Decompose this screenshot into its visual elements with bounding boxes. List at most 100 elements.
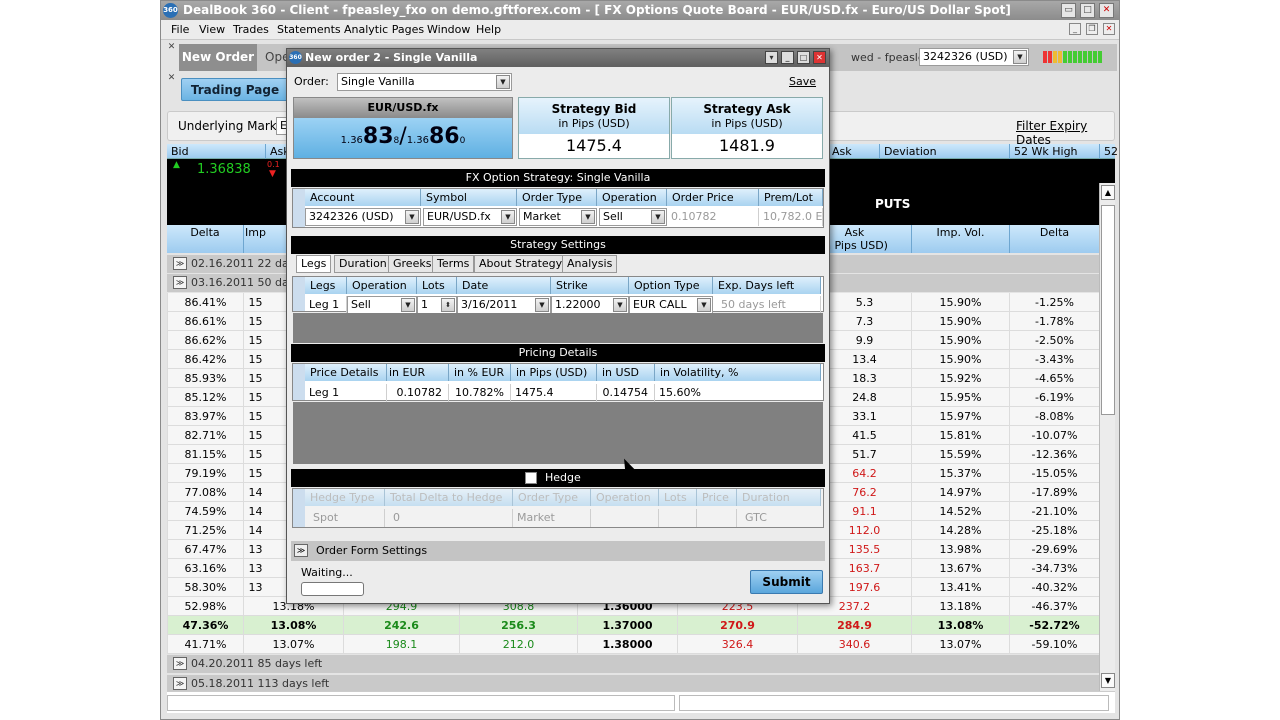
strike-select[interactable]: 1.22000 ▼ (551, 296, 629, 314)
menu-window[interactable]: Window (427, 23, 470, 36)
52wk-high-header[interactable]: 52 Wk High (1009, 144, 1099, 159)
save-link[interactable]: Save (789, 75, 816, 88)
date-picker[interactable]: 3/16/2011 ▼ (457, 296, 551, 314)
52wk-low-header[interactable]: 52 (1099, 144, 1118, 159)
order-type-select[interactable]: Single Vanilla ▼ (337, 73, 512, 91)
order-type-field[interactable]: Market ▼ (519, 208, 597, 226)
order-header[interactable]: Operation (597, 189, 667, 206)
scroll-down-icon[interactable]: ▼ (1101, 673, 1115, 688)
col-call-imp[interactable]: Imp (243, 225, 267, 253)
expand-icon[interactable]: ≫ (173, 657, 187, 670)
mdi-close-icon[interactable]: ✕ (1103, 23, 1115, 35)
close-icon[interactable]: ✕ (1099, 3, 1114, 18)
cell-cask: 212.0 (459, 635, 577, 654)
lots-value: 1 (421, 298, 428, 311)
order-header[interactable]: Order Type (517, 189, 597, 206)
legs-header[interactable]: Strike (551, 277, 629, 294)
close-tab-icon[interactable]: ✕ (166, 42, 177, 53)
submit-button[interactable]: Submit (750, 570, 823, 594)
menu-statements[interactable]: Statements (277, 23, 341, 36)
tab-legs[interactable]: Legs (296, 255, 332, 273)
pricing-header[interactable]: in USD (597, 364, 655, 381)
deviation-header[interactable]: Deviation (879, 144, 1009, 159)
symbol-quote-box[interactable]: EUR/USD.fx 1.36838/1.36860 (293, 97, 513, 159)
order-header[interactable]: Prem/Lot (759, 189, 823, 206)
menu-file[interactable]: File (171, 23, 189, 36)
scroll-thumb[interactable] (1101, 205, 1115, 415)
cell-imp: 13.08% (243, 616, 343, 635)
col-put-delta[interactable]: Delta (1009, 225, 1099, 253)
cell-iv: 15.90% (911, 350, 1009, 369)
pricing-header[interactable]: in % EUR (449, 364, 511, 381)
option-type-select[interactable]: EUR CALL ▼ (629, 296, 713, 314)
exp-days-left: 50 days left (717, 296, 821, 314)
pricing-header[interactable]: in EUR (387, 364, 449, 381)
strategy-ask-value: 1481.9 (719, 136, 775, 155)
legs-header[interactable]: Exp. Days left (713, 277, 821, 294)
col-put-iv[interactable]: Imp. Vol. (911, 225, 1009, 253)
order-form-settings-bar[interactable]: ≫ Order Form Settings (291, 541, 825, 561)
order-header[interactable]: Symbol (421, 189, 517, 206)
dropdown-icon[interactable]: ▾ (765, 51, 778, 64)
vertical-scrollbar[interactable]: ▲ ▼ (1099, 183, 1115, 691)
lots-stepper[interactable]: 1 ⬍ (417, 296, 457, 314)
order-header[interactable]: Order Price (667, 189, 759, 206)
account-select[interactable]: 3242326 (USD) ▼ (919, 48, 1029, 66)
cell-pdelta: -52.72% (1009, 616, 1099, 635)
operation-field[interactable]: Sell ▼ (599, 208, 667, 226)
trading-page-button[interactable]: Trading Page (181, 78, 289, 101)
menu-help[interactable]: Help (476, 23, 501, 36)
bid-big: 83 (362, 124, 394, 149)
legs-header[interactable]: Legs (305, 277, 347, 294)
cell-delta: 77.08% (167, 483, 243, 502)
order-header[interactable]: Account (305, 189, 421, 206)
collapse-icon[interactable]: ≫ (173, 276, 187, 289)
legs-header[interactable]: Lots (417, 277, 457, 294)
bid-header[interactable]: Bid (167, 144, 265, 159)
tab-analysis[interactable]: Analysis (562, 255, 618, 273)
collapse-icon[interactable]: ≫ (173, 677, 187, 690)
option-type-value: EUR CALL (633, 298, 687, 311)
cell-imp: 15 (243, 426, 267, 445)
menu-analytic-pages[interactable]: Analytic Pages (344, 23, 424, 36)
scroll-up-icon[interactable]: ▲ (1101, 185, 1115, 200)
pricing-header[interactable]: Price Details (305, 364, 387, 381)
pricing-cell: Leg 1 (305, 384, 387, 402)
mdi-minimize-icon[interactable]: _ (1069, 23, 1081, 35)
pricing-header[interactable]: in Pips (USD) (511, 364, 597, 381)
filter-expiry-link[interactable]: Filter Expiry Dates (1016, 119, 1114, 147)
mdi-restore-icon[interactable]: ❐ (1086, 23, 1098, 35)
cell-iv: 15.97% (911, 407, 1009, 426)
legs-header[interactable]: Date (457, 277, 551, 294)
ask-time-header[interactable]: Ask Time (827, 144, 879, 173)
minimize-icon[interactable]: _ (781, 51, 794, 64)
col-call-delta[interactable]: Delta (167, 225, 243, 253)
expiry-row[interactable]: ≫ 04.20.2011 85 days left (167, 655, 1099, 673)
close-page-icon[interactable]: ✕ (166, 73, 177, 84)
menu-view[interactable]: View (199, 23, 225, 36)
signal-strength-icon (1043, 51, 1102, 63)
tab-new-order[interactable]: New Order (179, 44, 257, 71)
tab-duration[interactable]: Duration (334, 255, 392, 273)
legs-grid: Legs Operation Lots Date Strike Option T… (292, 276, 824, 314)
legs-header[interactable]: Operation (347, 277, 417, 294)
leg-operation-select[interactable]: Sell ▼ (347, 296, 417, 314)
account-field[interactable]: 3242326 (USD) ▼ (305, 208, 421, 226)
tab-about-strategy[interactable]: About Strategy* (474, 255, 573, 273)
tab-terms[interactable]: Terms (432, 255, 475, 273)
tab-greeks[interactable]: Greeks (388, 255, 437, 273)
table-row[interactable]: 41.71% 13.07% 198.1 212.0 1.38000 326.4 340.6 1… (167, 635, 1099, 654)
close-icon[interactable]: ✕ (813, 51, 826, 64)
new-order-dialog: 360 New order 2 - Single Vanilla ▾ _ □ ✕… (286, 48, 830, 604)
pricing-header[interactable]: in Volatility, % (655, 364, 821, 381)
table-row[interactable]: 47.36% 13.08% 242.6 256.3 1.37000 270.9 284.9 1… (167, 616, 1099, 635)
symbol-field[interactable]: EUR/USD.fx ▼ (423, 208, 517, 226)
menu-trades[interactable]: Trades (233, 23, 269, 36)
maximize-icon[interactable]: □ (1080, 3, 1095, 18)
minimize-icon[interactable]: ▭ (1061, 3, 1076, 18)
maximize-icon[interactable]: □ (797, 51, 810, 64)
legs-header[interactable]: Option Type (629, 277, 713, 294)
hedge-checkbox[interactable] (525, 472, 537, 484)
expand-icon[interactable]: ≫ (294, 544, 308, 557)
expand-icon[interactable]: ≫ (173, 257, 187, 270)
